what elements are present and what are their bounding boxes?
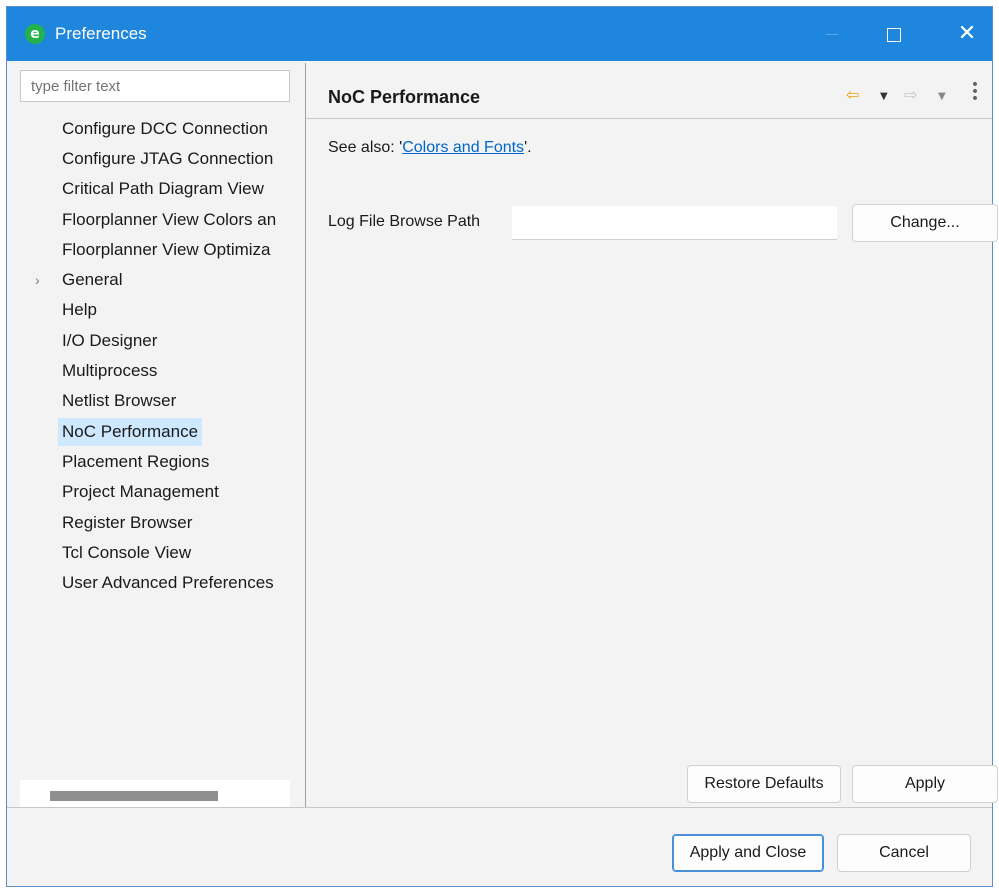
forward-arrow-icon[interactable]: ⇨ xyxy=(904,85,917,104)
cancel-button[interactable]: Cancel xyxy=(837,834,971,872)
tree-item-label: Floorplanner View Optimiza xyxy=(62,240,271,259)
tree-item-multiprocess[interactable]: Multiprocess xyxy=(20,357,290,385)
see-also-text: See also: 'Colors and Fonts'. xyxy=(328,139,532,157)
tree-item-label: Critical Path Diagram View xyxy=(62,179,264,198)
tree-item-project-management[interactable]: Project Management xyxy=(20,478,290,506)
tree-item-user-advanced[interactable]: User Advanced Preferences xyxy=(20,569,290,597)
restore-defaults-button[interactable]: Restore Defaults xyxy=(687,765,841,803)
expand-chevron-icon[interactable]: › xyxy=(35,266,40,294)
page-title: NoC Performance xyxy=(328,87,481,107)
tree-item-label: Configure JTAG Connection xyxy=(62,149,274,168)
back-arrow-icon[interactable]: ⇦ xyxy=(846,85,859,104)
tree-item-netlist-browser[interactable]: Netlist Browser xyxy=(20,387,290,415)
tree-item-label: General xyxy=(62,270,123,289)
view-menu-icon[interactable]: • • • xyxy=(970,78,980,106)
tree-item-label: I/O Designer xyxy=(62,331,158,350)
tree-item-floorplanner-optimization[interactable]: Floorplanner View Optimiza xyxy=(20,236,290,264)
tree-item-general[interactable]: › General xyxy=(20,266,290,294)
tree-item-help[interactable]: Help xyxy=(20,296,290,324)
window-title: Preferences xyxy=(55,24,147,43)
tree-item-noc-performance[interactable]: NoC Performance xyxy=(20,418,290,446)
tree-item-floorplanner-colors[interactable]: Floorplanner View Colors an xyxy=(20,206,290,234)
tree-item-critical-path[interactable]: Critical Path Diagram View xyxy=(20,175,290,203)
forward-dropdown-icon[interactable]: ▼ xyxy=(938,91,946,102)
close-button[interactable]: ✕ xyxy=(944,7,990,61)
tree-item-placement-regions[interactable]: Placement Regions xyxy=(20,448,290,476)
tree-item-register-browser[interactable]: Register Browser xyxy=(20,509,290,537)
tree-item-label: Help xyxy=(62,300,97,319)
header-divider xyxy=(306,118,992,119)
tree-item-label: Configure DCC Connection xyxy=(62,119,268,138)
tree-item-io-designer[interactable]: I/O Designer xyxy=(20,327,290,355)
tree-item-label: Placement Regions xyxy=(62,452,210,471)
title-bar[interactable]: e Preferences ✕ xyxy=(7,7,992,61)
see-also-suffix: '. xyxy=(524,139,532,156)
tree-item-tcl-console[interactable]: Tcl Console View xyxy=(20,539,290,567)
horizontal-scrollbar[interactable] xyxy=(20,780,290,808)
preference-page: NoC Performance ⇦ ▼ ⇨ ▼ • • • See also: 'C… xyxy=(306,63,998,807)
preferences-window: e Preferences ✕ Configure DCC Connection… xyxy=(6,6,998,887)
tree-item-label: Multiprocess xyxy=(62,361,158,380)
scrollbar-thumb[interactable] xyxy=(50,791,218,801)
log-path-input[interactable] xyxy=(512,206,837,240)
tree-item-label: Register Browser xyxy=(62,513,193,532)
log-path-label: Log File Browse Path xyxy=(328,213,481,230)
tree-item-label: Netlist Browser xyxy=(62,391,177,410)
apply-button[interactable]: Apply xyxy=(852,765,998,803)
tree-item-label: Project Management xyxy=(62,482,219,501)
see-also-prefix: See also: ' xyxy=(328,139,403,156)
apply-and-close-button[interactable]: Apply and Close xyxy=(672,834,824,872)
tree-item-configure-dcc[interactable]: Configure DCC Connection xyxy=(20,115,290,143)
tree-item-label: NoC Performance xyxy=(58,418,203,446)
close-icon: ✕ xyxy=(957,21,977,46)
back-dropdown-icon[interactable]: ▼ xyxy=(880,91,888,102)
maximize-button[interactable] xyxy=(871,7,917,61)
maximize-icon xyxy=(887,27,901,42)
filter-input[interactable] xyxy=(20,70,290,102)
preferences-tree[interactable]: Configure DCC Connection Configure JTAG … xyxy=(20,115,290,777)
tree-item-configure-jtag[interactable]: Configure JTAG Connection xyxy=(20,145,290,173)
footer-divider xyxy=(7,807,992,808)
colors-and-fonts-link[interactable]: Colors and Fonts xyxy=(402,139,524,156)
minimize-icon xyxy=(826,34,838,35)
app-logo-icon: e xyxy=(25,24,45,44)
tree-item-label: User Advanced Preferences xyxy=(62,573,274,592)
tree-item-label: Floorplanner View Colors an xyxy=(62,210,277,229)
change-button[interactable]: Change... xyxy=(852,204,998,242)
minimize-button[interactable] xyxy=(809,7,855,61)
tree-item-label: Tcl Console View xyxy=(62,543,192,562)
